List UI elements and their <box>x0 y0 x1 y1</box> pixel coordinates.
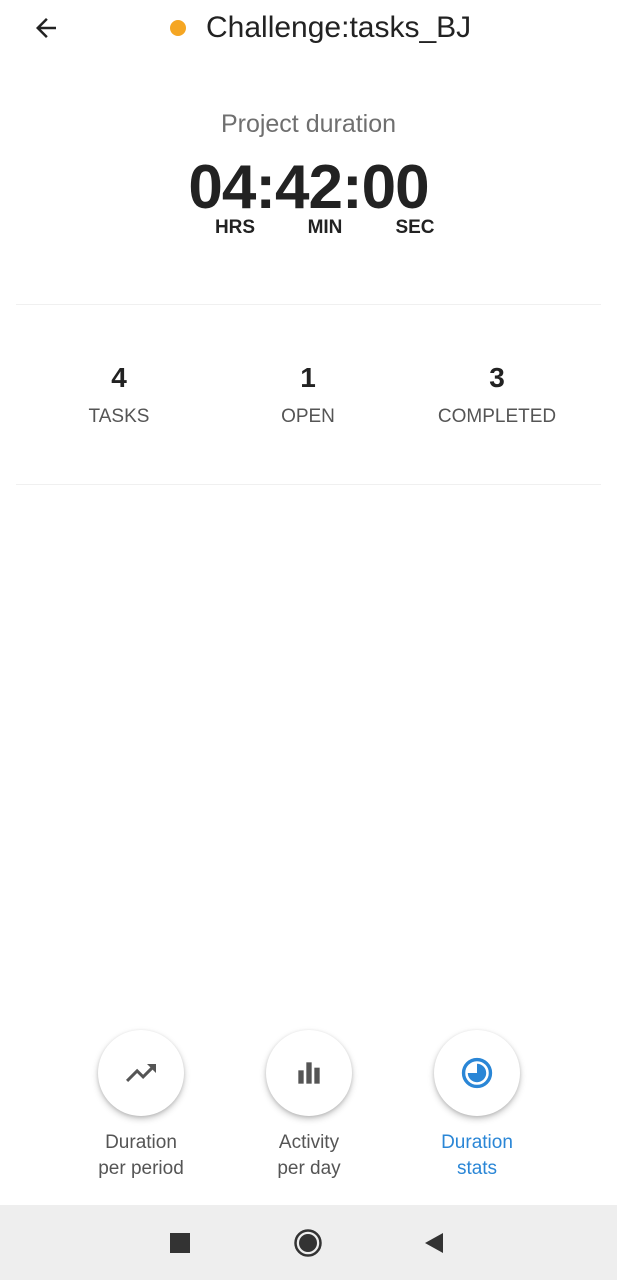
action-label-line2: per day <box>277 1158 341 1179</box>
duration-stats-button[interactable]: Duration stats <box>387 1030 567 1182</box>
title-area: Challenge:tasks_BJ <box>170 8 471 48</box>
status-dot <box>170 20 186 36</box>
divider <box>16 484 601 485</box>
bar-chart-icon <box>298 1062 320 1084</box>
action-label-line1: Duration <box>105 1132 177 1153</box>
action-label-line2: per period <box>98 1158 184 1179</box>
triangle-back-icon <box>425 1233 443 1253</box>
stat-tasks: 4 TASKS <box>24 360 214 428</box>
project-duration-label: Project duration <box>220 110 397 138</box>
open-count: 1 <box>300 362 316 393</box>
minutes-unit-label: MIN <box>307 217 343 238</box>
circle-icon <box>294 1229 322 1257</box>
home-button[interactable] <box>288 1223 328 1263</box>
action-circle[interactable] <box>98 1030 184 1116</box>
seconds-unit-label: SEC <box>395 217 435 238</box>
app-header: Challenge:tasks_BJ <box>0 0 617 56</box>
completed-count: 3 <box>489 362 505 393</box>
stat-open: 1 OPEN <box>213 360 403 428</box>
square-icon <box>170 1233 190 1253</box>
action-label: Activity per day <box>219 1130 399 1182</box>
tasks-count: 4 <box>111 362 127 393</box>
action-label-line1: Duration <box>441 1132 513 1153</box>
system-nav-bar <box>0 1205 617 1280</box>
activity-per-day-button[interactable]: Activity per day <box>219 1030 399 1182</box>
action-label: Duration stats <box>387 1130 567 1182</box>
back-button[interactable] <box>26 8 66 48</box>
open-label: OPEN <box>281 406 335 427</box>
tasks-label: TASKS <box>88 406 150 427</box>
duration-per-period-button[interactable]: Duration per period <box>51 1030 231 1182</box>
project-title: Challenge:tasks_BJ <box>206 11 472 44</box>
trending-up-icon <box>126 1064 156 1082</box>
action-circle[interactable] <box>434 1030 520 1116</box>
arrow-left-icon <box>36 18 56 38</box>
action-circle[interactable] <box>266 1030 352 1116</box>
completed-label: COMPLETED <box>437 406 557 427</box>
pie-chart-icon <box>461 1057 493 1089</box>
action-label-line2: stats <box>456 1158 498 1179</box>
system-back-button[interactable] <box>414 1223 454 1263</box>
duration-timer: 04:42:00 <box>188 153 429 222</box>
divider <box>16 304 601 305</box>
hours-unit-label: HRS <box>214 217 256 238</box>
stat-completed: 3 COMPLETED <box>402 360 592 428</box>
action-label: Duration per period <box>51 1130 231 1182</box>
recent-apps-button[interactable] <box>160 1223 200 1263</box>
action-label-line1: Activity <box>278 1132 340 1153</box>
